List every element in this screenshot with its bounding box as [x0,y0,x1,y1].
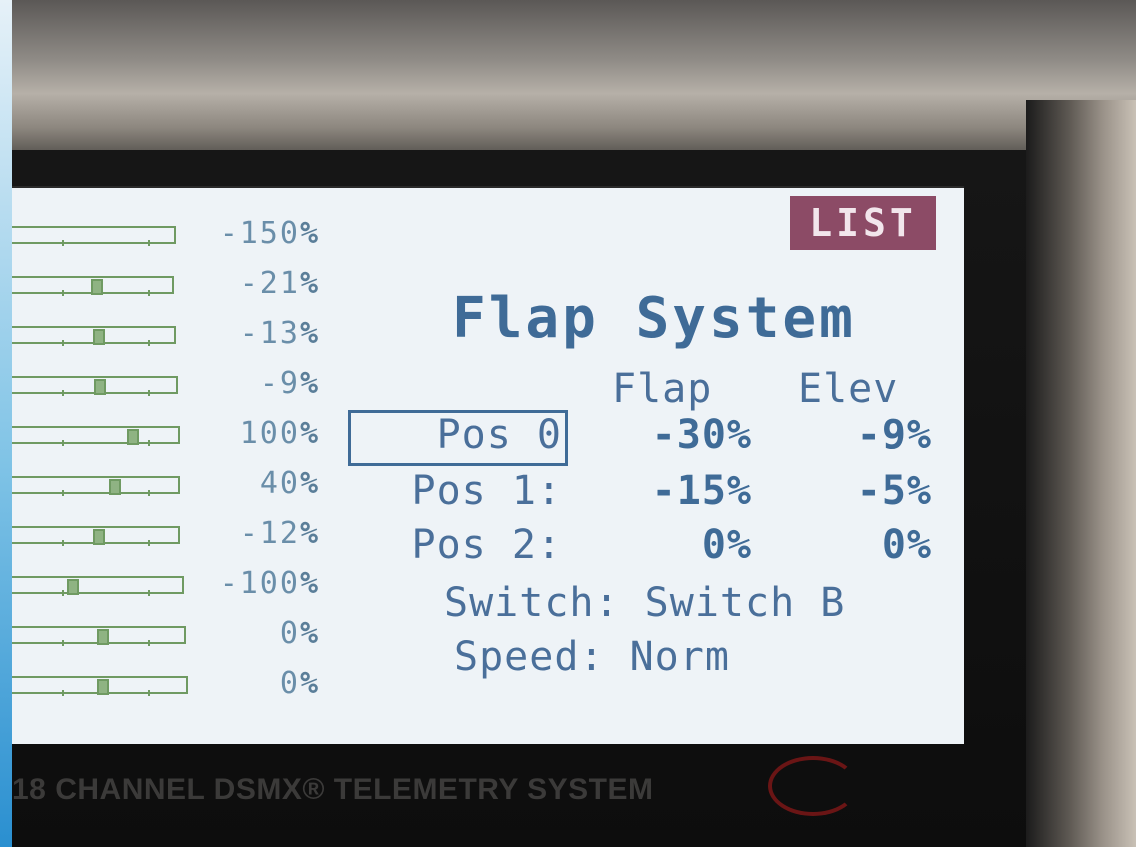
channel-value-unit: % [299,566,320,601]
pos-0-elev-value[interactable]: -9% [772,412,932,458]
channel-value-unit: % [299,416,320,451]
chrome-trim [1026,100,1136,847]
bar-tick [148,240,150,246]
pos-0-flap-value[interactable]: -30% [592,412,752,458]
channel-position-marker [94,379,107,395]
bar-tick [62,390,64,396]
pos-1-elev-value[interactable]: -5% [772,468,932,514]
channel-bar [12,576,184,594]
bar-tick [148,440,150,446]
pos-2-elev-value[interactable]: 0% [772,522,932,568]
channel-bar [12,426,180,444]
bar-tick [148,490,150,496]
channel-value: -9% [200,366,320,401]
channel-value: 40% [200,466,320,501]
channel-bar [12,476,180,494]
channel-row: 0% [12,616,352,651]
channel-value-unit: % [299,216,320,251]
bar-tick [62,640,64,646]
channel-value: 100% [200,416,320,451]
brand-logo [768,756,858,816]
bar-tick [148,640,150,646]
channel-value: -13% [200,316,320,351]
channel-value-number: -100 [219,566,300,601]
channel-row: -100% [12,566,352,601]
channel-position-marker [97,629,109,645]
speed-setting[interactable]: Speed: Norm [454,634,730,680]
lcd-screen: LIST -150% -21% -13% -9% 100% 40% -12% -100% 0% 0… [12,186,964,744]
switch-setting[interactable]: Switch: Switch B [444,580,845,626]
pos-2-flap-value[interactable]: 0% [592,522,752,568]
channel-value: -150% [200,216,320,251]
channel-position-marker [109,479,121,495]
pos-2-label[interactable]: Pos 2: [352,522,562,568]
channel-value-number: -21 [239,266,300,301]
bar-tick [62,590,64,596]
channel-value-unit: % [299,466,320,501]
channel-row: -13% [12,316,352,351]
channel-position-marker [93,329,106,345]
bar-tick [62,690,64,696]
page-title: Flap System [452,286,856,351]
channel-value-unit: % [299,666,320,701]
channel-position-marker [97,679,109,695]
channel-row: 40% [12,466,352,501]
bar-tick [62,540,64,546]
channel-value-number: 0 [279,666,300,701]
channel-value: -12% [200,516,320,551]
channel-value: -21% [200,266,320,301]
pos-1-flap-value[interactable]: -15% [592,468,752,514]
bar-tick [148,340,150,346]
channel-position-marker [90,279,103,295]
channel-position-marker [93,529,106,545]
channel-position-marker [127,429,139,445]
channel-value-number: 40 [259,466,300,501]
channel-position-marker [67,579,79,595]
channel-value-number: -150 [219,216,300,251]
channel-value-unit: % [299,266,320,301]
channel-value-unit: % [299,516,320,551]
bar-tick [148,390,150,396]
channel-value-number: 0 [279,616,300,651]
pos-1-label[interactable]: Pos 1: [352,468,562,514]
channel-value-unit: % [299,616,320,651]
transmitter-case-top [12,0,1136,170]
channel-value: 0% [200,616,320,651]
channel-value-unit: % [299,366,320,401]
channel-value: 0% [200,666,320,701]
channel-value: -100% [200,566,320,601]
channel-value-number: -9 [259,366,300,401]
bar-tick [148,290,150,296]
bar-tick [148,590,150,596]
pos-0-label[interactable]: Pos 0 [352,412,562,458]
bar-tick [62,240,64,246]
channel-row: -12% [12,516,352,551]
bar-tick [148,690,150,696]
channel-row: -21% [12,266,352,301]
channel-row: 0% [12,666,352,701]
elev-column-header: Elev [798,366,899,412]
bar-tick [62,290,64,296]
channel-value-unit: % [299,316,320,351]
bar-tick [62,340,64,346]
channel-bar [12,226,176,244]
channel-row: 100% [12,416,352,451]
background-edge [0,0,12,847]
flap-column-header: Flap [612,366,713,412]
bar-tick [148,540,150,546]
channel-row: -150% [12,216,352,251]
bar-tick [62,490,64,496]
list-button[interactable]: LIST [790,196,936,250]
channel-value-number: -13 [239,316,300,351]
channel-value-number: -12 [239,516,300,551]
bar-tick [62,440,64,446]
channel-value-number: 100 [239,416,300,451]
channel-row: -9% [12,366,352,401]
